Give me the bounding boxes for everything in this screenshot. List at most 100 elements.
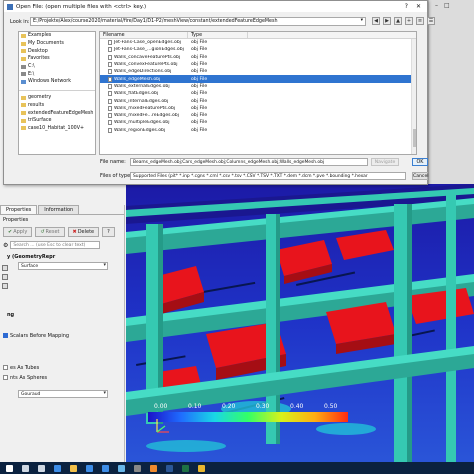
look-in-select[interactable]: E:/Projekte/Alex/course2020/material/fir… <box>30 17 366 26</box>
file-list-scrollbar[interactable] <box>411 39 416 154</box>
folder-icon <box>21 41 26 46</box>
app-icon <box>7 3 13 10</box>
terminal-icon[interactable] <box>134 464 141 472</box>
edit-icon[interactable] <box>2 274 8 280</box>
file-row[interactable]: Walls_mixedFeaturePts.obj obj File <box>100 105 416 112</box>
render-tubes-checkbox[interactable]: es As Tubes <box>0 363 124 373</box>
explorer-icon[interactable] <box>70 464 77 472</box>
file-icon <box>108 69 112 75</box>
gear-icon[interactable]: ⚙ <box>3 242 8 249</box>
file-row[interactable]: Walls_edgeDirections.obj obj File <box>100 68 416 75</box>
file-name-input[interactable]: Beams_edgeMesh.obj;Cars_edgeMesh.obj;Col… <box>130 158 368 166</box>
rescale-icon[interactable] <box>2 283 8 289</box>
file-row[interactable]: Walls_multipleEdges.obj obj File <box>100 119 416 126</box>
interpolation-select[interactable]: Gouraud <box>18 390 108 398</box>
file-row[interactable]: Walls_internalEdges.obj obj File <box>100 97 416 104</box>
recent-label: results <box>28 102 45 108</box>
files-of-type-select[interactable]: Supported Files (pit* *.inp *.cgns *.cml… <box>130 172 406 180</box>
color-icon[interactable] <box>2 265 8 271</box>
file-row[interactable]: Walls_edgeMesh.obj obj File <box>100 75 416 83</box>
recent-item[interactable]: geometry <box>19 94 95 102</box>
file-row[interactable]: Walls_concaveFeaturePts.obj obj File <box>100 54 416 61</box>
place-item[interactable]: Favorites <box>19 55 95 63</box>
place-item[interactable]: Examples <box>19 32 95 40</box>
file-type: obj File <box>191 105 208 111</box>
desktop: – □ Properties Information Properties ✔ A… <box>0 0 474 474</box>
mail-icon[interactable] <box>102 464 109 472</box>
taskbar <box>0 462 474 474</box>
representation-select[interactable]: Surface <box>18 262 108 270</box>
excel-icon[interactable] <box>182 464 189 472</box>
file-row[interactable]: Walls_convexFeaturePts.obj obj File <box>100 61 416 68</box>
firefox-icon[interactable] <box>150 464 157 472</box>
recent-item[interactable]: case10_Habitat_100V+ <box>19 125 95 133</box>
file-row[interactable]: Walls_externalEdges.obj obj File <box>100 83 416 90</box>
reset-button[interactable]: ↺ Reset <box>35 227 65 237</box>
start-icon[interactable] <box>6 464 13 472</box>
recent-item[interactable]: triSurface <box>19 117 95 125</box>
file-row[interactable]: Walls_flatEdges.obj obj File <box>100 90 416 97</box>
file-name: Walls_internalEdges.obj <box>114 98 169 104</box>
search-input[interactable]: Search ... (use Esc to clear text) <box>10 241 101 249</box>
display-section-header: y (GeometryRepr <box>7 254 56 260</box>
colorbar-tick: 0.20 <box>222 403 236 410</box>
file-icon <box>108 120 112 126</box>
word-icon[interactable] <box>166 464 173 472</box>
folder-icon <box>21 118 26 123</box>
apply-button[interactable]: ✔ Apply <box>3 227 33 237</box>
new-folder-icon[interactable]: + <box>405 17 413 25</box>
column-type[interactable]: Type <box>188 32 248 38</box>
chrome-icon[interactable] <box>198 464 205 472</box>
scrollbar-thumb[interactable] <box>413 129 416 147</box>
dialog-nav-toolbar: ◀ ▶ ▲ + ≡ ☰ <box>372 17 435 25</box>
search-icon[interactable] <box>22 464 29 472</box>
up-icon[interactable]: ▲ <box>394 17 402 25</box>
paraview-icon[interactable] <box>118 464 125 472</box>
back-icon[interactable]: ◀ <box>372 17 380 25</box>
file-list-header: Filename Type <box>100 32 416 39</box>
folder-icon <box>21 126 26 131</box>
place-item[interactable]: Windows Network <box>19 78 95 86</box>
place-item[interactable]: My Documents <box>19 40 95 48</box>
maximize-icon[interactable]: □ <box>444 2 450 9</box>
cancel-button[interactable]: Cancel <box>412 172 429 180</box>
help-icon[interactable]: ? <box>405 3 408 10</box>
edge-icon[interactable] <box>54 464 61 472</box>
recent-item[interactable]: results <box>19 102 95 110</box>
file-icon <box>108 113 112 119</box>
help-button[interactable]: ? <box>102 227 115 237</box>
tab-properties[interactable]: Properties <box>0 205 38 214</box>
tab-information[interactable]: Information <box>38 205 80 214</box>
place-item[interactable]: E:\ <box>19 70 95 78</box>
navigate-button[interactable]: Navigate <box>371 158 399 166</box>
place-item[interactable]: Desktop <box>19 47 95 55</box>
file-name: Walls_flatEdges.obj <box>114 91 159 97</box>
file-type: obj File <box>191 83 208 89</box>
ok-button[interactable]: OK <box>412 158 428 166</box>
delete-button[interactable]: ✖ Delete <box>67 227 100 237</box>
reset-label: Reset <box>45 229 60 235</box>
file-row[interactable]: Jet-Fans-Case_...gionEdges.obj obj File <box>100 46 416 53</box>
apply-label: Apply <box>13 229 28 235</box>
file-row[interactable]: Walls_regionEdges.obj obj File <box>100 127 416 134</box>
place-item[interactable]: C:\ <box>19 63 95 71</box>
file-row[interactable]: Walls_mixedFe...reEdges.obj obj File <box>100 112 416 119</box>
file-row[interactable]: Jet-Fans-Case_openEdges.obj obj File <box>100 39 416 46</box>
close-icon[interactable]: ✕ <box>416 3 421 10</box>
colorbar <box>148 412 348 422</box>
minimize-icon[interactable]: – <box>435 2 438 9</box>
checkbox-icon <box>3 375 8 380</box>
file-rows: Jet-Fans-Case_openEdges.obj obj File Jet-F… <box>100 39 416 134</box>
detail-view-icon[interactable]: ☰ <box>427 17 435 25</box>
map-scalars-checkbox[interactable]: Scalars Before Mapping <box>0 331 124 341</box>
render-spheres-checkbox[interactable]: nts As Spheres <box>0 373 124 383</box>
file-name: Walls_edgeMesh.obj <box>114 76 161 82</box>
list-view-icon[interactable]: ≡ <box>416 17 424 25</box>
column-filename[interactable]: Filename <box>100 32 188 38</box>
place-label: E:\ <box>28 71 35 77</box>
folder-icon <box>21 95 26 100</box>
forward-icon[interactable]: ▶ <box>383 17 391 25</box>
task-view-icon[interactable] <box>38 464 45 472</box>
store-icon[interactable] <box>86 464 93 472</box>
recent-item[interactable]: extendedFeatureEdgeMesh <box>19 109 95 117</box>
